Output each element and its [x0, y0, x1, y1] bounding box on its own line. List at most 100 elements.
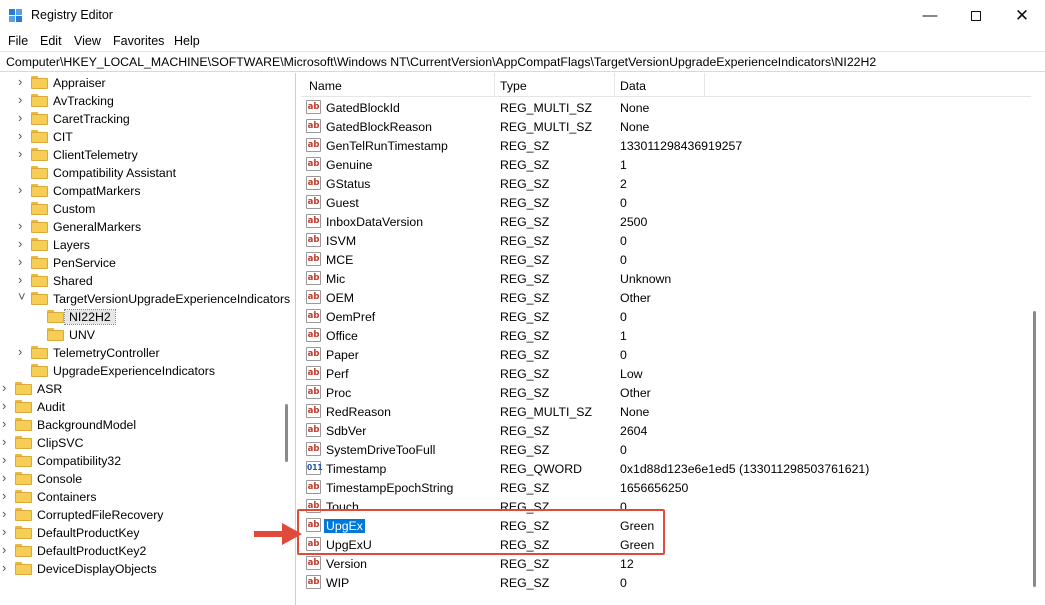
column-name[interactable]: Name	[309, 79, 342, 93]
value-row[interactable]: ab GStatus REG_SZ 2	[301, 174, 1031, 193]
tree-item[interactable]: › TelemetryController	[0, 344, 295, 362]
tree-item[interactable]: › Shared	[0, 272, 295, 290]
chevron-right-icon[interactable]: ›	[2, 398, 12, 413]
tree-item[interactable]: › Compatibility32	[0, 452, 295, 470]
address-bar[interactable]: Computer\HKEY_LOCAL_MACHINE\SOFTWARE\Mic…	[0, 51, 1045, 72]
value-row[interactable]: ab Mic REG_SZ Unknown	[301, 269, 1031, 288]
chevron-right-icon[interactable]: ›	[18, 254, 28, 269]
chevron-right-icon[interactable]: ›	[18, 110, 28, 125]
value-row[interactable]: ab OemPref REG_SZ 0	[301, 307, 1031, 326]
tree-item[interactable]: › PenService	[0, 254, 295, 272]
value-row[interactable]: ab RedReason REG_MULTI_SZ None	[301, 402, 1031, 421]
tree-item[interactable]: › Audit	[0, 398, 295, 416]
string-value-icon: ab	[306, 290, 321, 304]
tree-scrollbar-thumb[interactable]	[285, 404, 288, 462]
column-data[interactable]: Data	[620, 79, 646, 93]
chevron-right-icon[interactable]: ›	[2, 434, 12, 449]
string-value-icon: ab	[306, 233, 321, 247]
tree-item[interactable]: › ASR	[0, 380, 295, 398]
tree-item[interactable]: › Console	[0, 470, 295, 488]
tree-item[interactable]: › BackgroundModel	[0, 416, 295, 434]
chevron-right-icon[interactable]: ›	[18, 146, 28, 161]
tree-item[interactable]: NI22H2	[0, 308, 295, 326]
chevron-right-icon[interactable]: ›	[2, 542, 12, 557]
chevron-right-icon[interactable]: ›	[18, 128, 28, 143]
menu-help[interactable]: Help	[174, 34, 200, 48]
tree-item[interactable]: › Containers	[0, 488, 295, 506]
column-type[interactable]: Type	[500, 79, 527, 93]
value-row[interactable]: ab WIP REG_SZ 0	[301, 573, 1031, 592]
chevron-right-icon[interactable]: ›	[2, 488, 12, 503]
value-row[interactable]: ab Office REG_SZ 1	[301, 326, 1031, 345]
value-row[interactable]: ab Genuine REG_SZ 1	[301, 155, 1031, 174]
chevron-right-icon[interactable]: ›	[18, 272, 28, 287]
column-divider[interactable]	[494, 73, 495, 97]
chevron-right-icon[interactable]: ›	[2, 452, 12, 467]
chevron-right-icon[interactable]: ›	[18, 236, 28, 251]
chevron-right-icon[interactable]: ›	[2, 524, 12, 539]
tree-item[interactable]: › DeviceDisplayObjects	[0, 560, 295, 578]
tree-item-label: Appraiser	[53, 76, 106, 90]
chevron-right-icon[interactable]: ›	[2, 416, 12, 431]
list-scrollbar-thumb[interactable]	[1033, 311, 1036, 587]
value-row[interactable]: ab Perf REG_SZ Low	[301, 364, 1031, 383]
value-row[interactable]: ab OEM REG_SZ Other	[301, 288, 1031, 307]
tree-item[interactable]: › Appraiser	[0, 74, 295, 92]
value-row[interactable]: ab SystemDriveTooFull REG_SZ 0	[301, 440, 1031, 459]
address-path[interactable]: Computer\HKEY_LOCAL_MACHINE\SOFTWARE\Mic…	[6, 55, 876, 69]
value-row[interactable]: ab Guest REG_SZ 0	[301, 193, 1031, 212]
registry-editor-icon	[9, 9, 23, 23]
tree-item[interactable]: › ClientTelemetry	[0, 146, 295, 164]
menu-favorites[interactable]: Favorites	[113, 34, 164, 48]
folder-icon	[15, 490, 32, 503]
chevron-right-icon[interactable]: ›	[18, 92, 28, 107]
value-row[interactable]: ab GenTelRunTimestamp REG_SZ 13301129843691…	[301, 136, 1031, 155]
close-button[interactable]: ✕	[999, 0, 1045, 31]
tree-item[interactable]: › CaretTracking	[0, 110, 295, 128]
value-row[interactable]: ab Proc REG_SZ Other	[301, 383, 1031, 402]
string-value-icon: ab	[306, 366, 321, 380]
value-row[interactable]: ab InboxDataVersion REG_SZ 2500	[301, 212, 1031, 231]
value-row[interactable]: ab MCE REG_SZ 0	[301, 250, 1031, 269]
tree-item[interactable]: › GeneralMarkers	[0, 218, 295, 236]
tree-item[interactable]: › CIT	[0, 128, 295, 146]
chevron-right-icon[interactable]: ›	[18, 218, 28, 233]
tree-item[interactable]: ˅ TargetVersionUpgradeExperienceIndicator…	[0, 289, 295, 308]
tree-item[interactable]: › Layers	[0, 236, 295, 254]
minimize-button[interactable]: —	[907, 0, 953, 31]
menu-edit[interactable]: Edit	[40, 34, 62, 48]
column-divider[interactable]	[704, 73, 705, 97]
value-row[interactable]: ab Version REG_SZ 12	[301, 554, 1031, 573]
tree-item[interactable]: Custom	[0, 200, 295, 218]
maximize-button[interactable]	[953, 0, 999, 31]
menu-file[interactable]: File	[8, 34, 28, 48]
value-row[interactable]: ab TimestampEpochString REG_SZ 1656656250	[301, 478, 1031, 497]
value-row[interactable]: ab SdbVer REG_SZ 2604	[301, 421, 1031, 440]
value-type: REG_SZ	[500, 253, 550, 267]
menu-view[interactable]: View	[74, 34, 101, 48]
tree-item[interactable]: Compatibility Assistant	[0, 164, 295, 182]
chevron-right-icon[interactable]: ›	[2, 506, 12, 521]
chevron-right-icon[interactable]: ›	[2, 380, 12, 395]
column-divider[interactable]	[614, 73, 615, 97]
folder-icon	[15, 508, 32, 521]
chevron-down-icon[interactable]: ˅	[18, 289, 28, 304]
tree-item[interactable]: › ClipSVC	[0, 434, 295, 452]
value-row[interactable]: ab Paper REG_SZ 0	[301, 345, 1031, 364]
string-value-icon: ab	[306, 423, 321, 437]
value-row[interactable]: ab ISVM REG_SZ 0	[301, 231, 1031, 250]
chevron-right-icon[interactable]: ›	[2, 470, 12, 485]
chevron-right-icon[interactable]: ›	[18, 344, 28, 359]
tree-item[interactable]: UpgradeExperienceIndicators	[0, 362, 295, 380]
chevron-right-icon[interactable]: ›	[18, 74, 28, 89]
tree-item[interactable]: UNV	[0, 326, 295, 344]
chevron-right-icon[interactable]: ›	[2, 560, 12, 575]
folder-icon	[15, 454, 32, 467]
tree-item[interactable]: › CompatMarkers	[0, 182, 295, 200]
value-row[interactable]: 011 Timestamp REG_QWORD 0x1d88d123e6e1ed5 (…	[301, 459, 1031, 478]
value-row[interactable]: ab GatedBlockId REG_MULTI_SZ None	[301, 98, 1031, 117]
tree-item[interactable]: › AvTracking	[0, 92, 295, 110]
value-row[interactable]: ab GatedBlockReason REG_MULTI_SZ None	[301, 117, 1031, 136]
folder-icon	[15, 400, 32, 413]
chevron-right-icon[interactable]: ›	[18, 182, 28, 197]
